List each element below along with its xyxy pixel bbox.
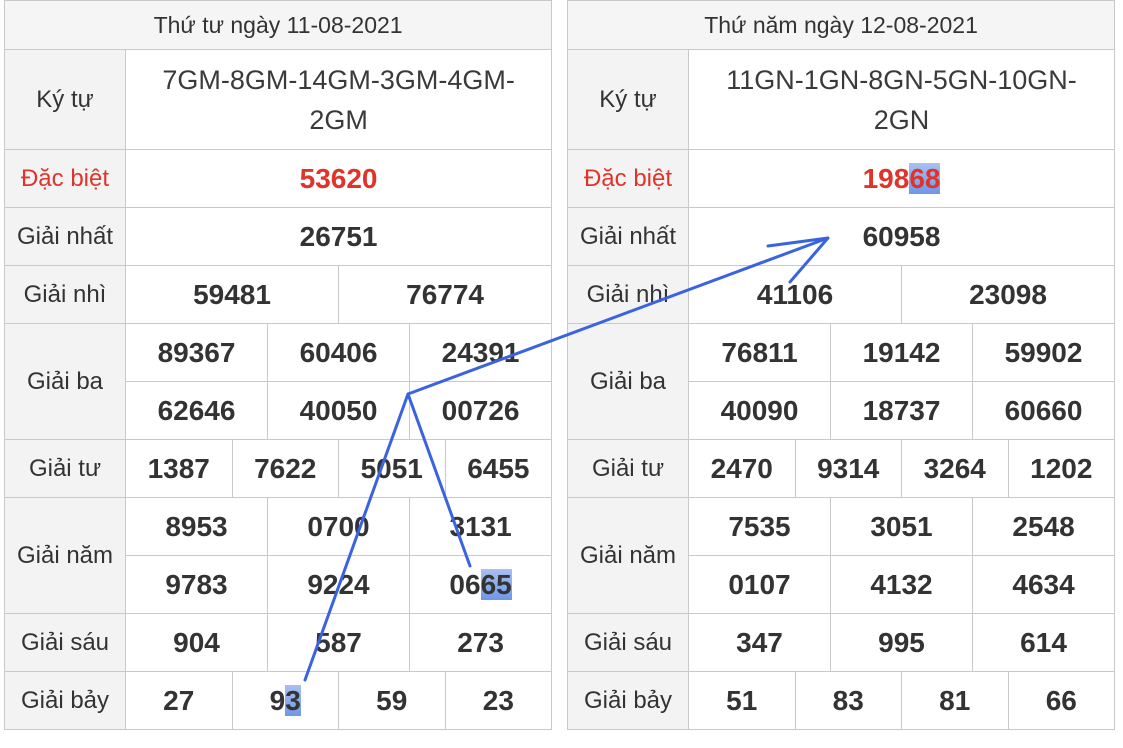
first-prize-label: Giải nhất <box>4 207 126 266</box>
seventh-prize-label: Giải bảy <box>567 671 689 730</box>
sixth-prize-value: 587 <box>267 613 410 672</box>
fourth-prize-value: 3264 <box>901 439 1009 498</box>
second-prize-value: 23098 <box>900 265 1116 324</box>
seventh-prize-value: 83 <box>794 671 902 730</box>
seventh-prize-value: 51 <box>688 671 796 730</box>
second-prize-label: Giải nhì <box>567 265 689 324</box>
third-prize-value: 40050 <box>267 381 410 440</box>
fifth-prize-label: Giải năm <box>4 497 126 614</box>
kytu-value: 7GM-8GM-14GM-3GM-4GM- 2GM <box>124 49 553 150</box>
highlight-mark: 68 <box>909 162 941 194</box>
fifth-prize-label: Giải năm <box>567 497 689 614</box>
third-prize-label: Giải ba <box>4 323 126 440</box>
third-prize-value: 19142 <box>830 323 973 382</box>
special-prize-value-highlighted: 19868 <box>687 149 1116 208</box>
third-prize-label: Giải ba <box>567 323 689 440</box>
third-prize-value: 76811 <box>688 323 831 382</box>
sixth-prize-value: 347 <box>688 613 831 672</box>
fourth-prize-value: 5051 <box>338 439 446 498</box>
first-prize-value: 60958 <box>687 207 1116 266</box>
special-prize-value: 53620 <box>124 149 553 208</box>
sixth-prize-value: 614 <box>971 613 1116 672</box>
third-prize-value: 00726 <box>408 381 553 440</box>
fourth-prize-value: 6455 <box>444 439 553 498</box>
fifth-prize-value: 2548 <box>971 497 1116 556</box>
seventh-prize-value: 59 <box>338 671 446 730</box>
seventh-prize-value: 23 <box>444 671 553 730</box>
date-header: Thứ năm ngày 12-08-2021 <box>566 0 1116 50</box>
first-prize-label: Giải nhất <box>567 207 689 266</box>
third-prize-value: 60406 <box>267 323 410 382</box>
fifth-prize-value: 0700 <box>267 497 410 556</box>
fourth-prize-value: 1202 <box>1007 439 1116 498</box>
results-table-right: Thứ năm ngày 12-08-2021 Ký tự 11GN-1GN-8… <box>566 0 1116 730</box>
kytu-value: 11GN-1GN-8GN-5GN-10GN- 2GN <box>687 49 1116 150</box>
third-prize-value: 89367 <box>125 323 268 382</box>
seventh-prize-value: 66 <box>1007 671 1116 730</box>
third-prize-value: 62646 <box>125 381 268 440</box>
seventh-prize-label: Giải bảy <box>4 671 126 730</box>
highlight-mark: 65 <box>480 568 512 600</box>
second-prize-value: 41106 <box>688 265 902 324</box>
fourth-prize-value: 9314 <box>794 439 902 498</box>
third-prize-value: 40090 <box>688 381 831 440</box>
fifth-prize-value: 3051 <box>830 497 973 556</box>
date-header: Thứ tư ngày 11-08-2021 <box>3 0 553 50</box>
fifth-prize-value: 0107 <box>688 555 831 614</box>
sixth-prize-label: Giải sáu <box>567 613 689 672</box>
special-prize-label: Đặc biệt <box>4 149 126 208</box>
sixth-prize-label: Giải sáu <box>4 613 126 672</box>
fifth-prize-value: 4132 <box>830 555 973 614</box>
fourth-prize-label: Giải tư <box>567 439 689 498</box>
special-prize-label: Đặc biệt <box>567 149 689 208</box>
third-prize-value: 18737 <box>830 381 973 440</box>
second-prize-value: 76774 <box>337 265 553 324</box>
fourth-prize-value: 7622 <box>231 439 339 498</box>
second-prize-value: 59481 <box>125 265 339 324</box>
third-prize-value: 59902 <box>971 323 1116 382</box>
third-prize-value: 60660 <box>971 381 1116 440</box>
first-prize-value: 26751 <box>124 207 553 266</box>
seventh-prize-value: 81 <box>901 671 1009 730</box>
fifth-prize-value: 3131 <box>408 497 553 556</box>
fourth-prize-label: Giải tư <box>4 439 126 498</box>
fifth-prize-value: 7535 <box>688 497 831 556</box>
sixth-prize-value: 995 <box>830 613 973 672</box>
kytu-label: Ký tự <box>567 49 689 150</box>
fifth-prize-value: 8953 <box>125 497 268 556</box>
second-prize-label: Giải nhì <box>4 265 126 324</box>
fifth-prize-value: 4634 <box>971 555 1116 614</box>
fifth-prize-value: 9783 <box>125 555 268 614</box>
third-prize-value: 24391 <box>408 323 553 382</box>
kytu-label: Ký tự <box>4 49 126 150</box>
fifth-prize-value-highlighted: 0665 <box>408 555 553 614</box>
results-table-left: Thứ tư ngày 11-08-2021 Ký tự 7GM-8GM-14G… <box>3 0 553 730</box>
seventh-prize-value-highlighted: 93 <box>231 671 339 730</box>
fourth-prize-value: 1387 <box>125 439 233 498</box>
fifth-prize-value: 9224 <box>267 555 410 614</box>
sixth-prize-value: 273 <box>408 613 553 672</box>
fourth-prize-value: 2470 <box>688 439 796 498</box>
sixth-prize-value: 904 <box>125 613 268 672</box>
seventh-prize-value: 27 <box>125 671 233 730</box>
highlight-mark: 3 <box>285 684 301 716</box>
